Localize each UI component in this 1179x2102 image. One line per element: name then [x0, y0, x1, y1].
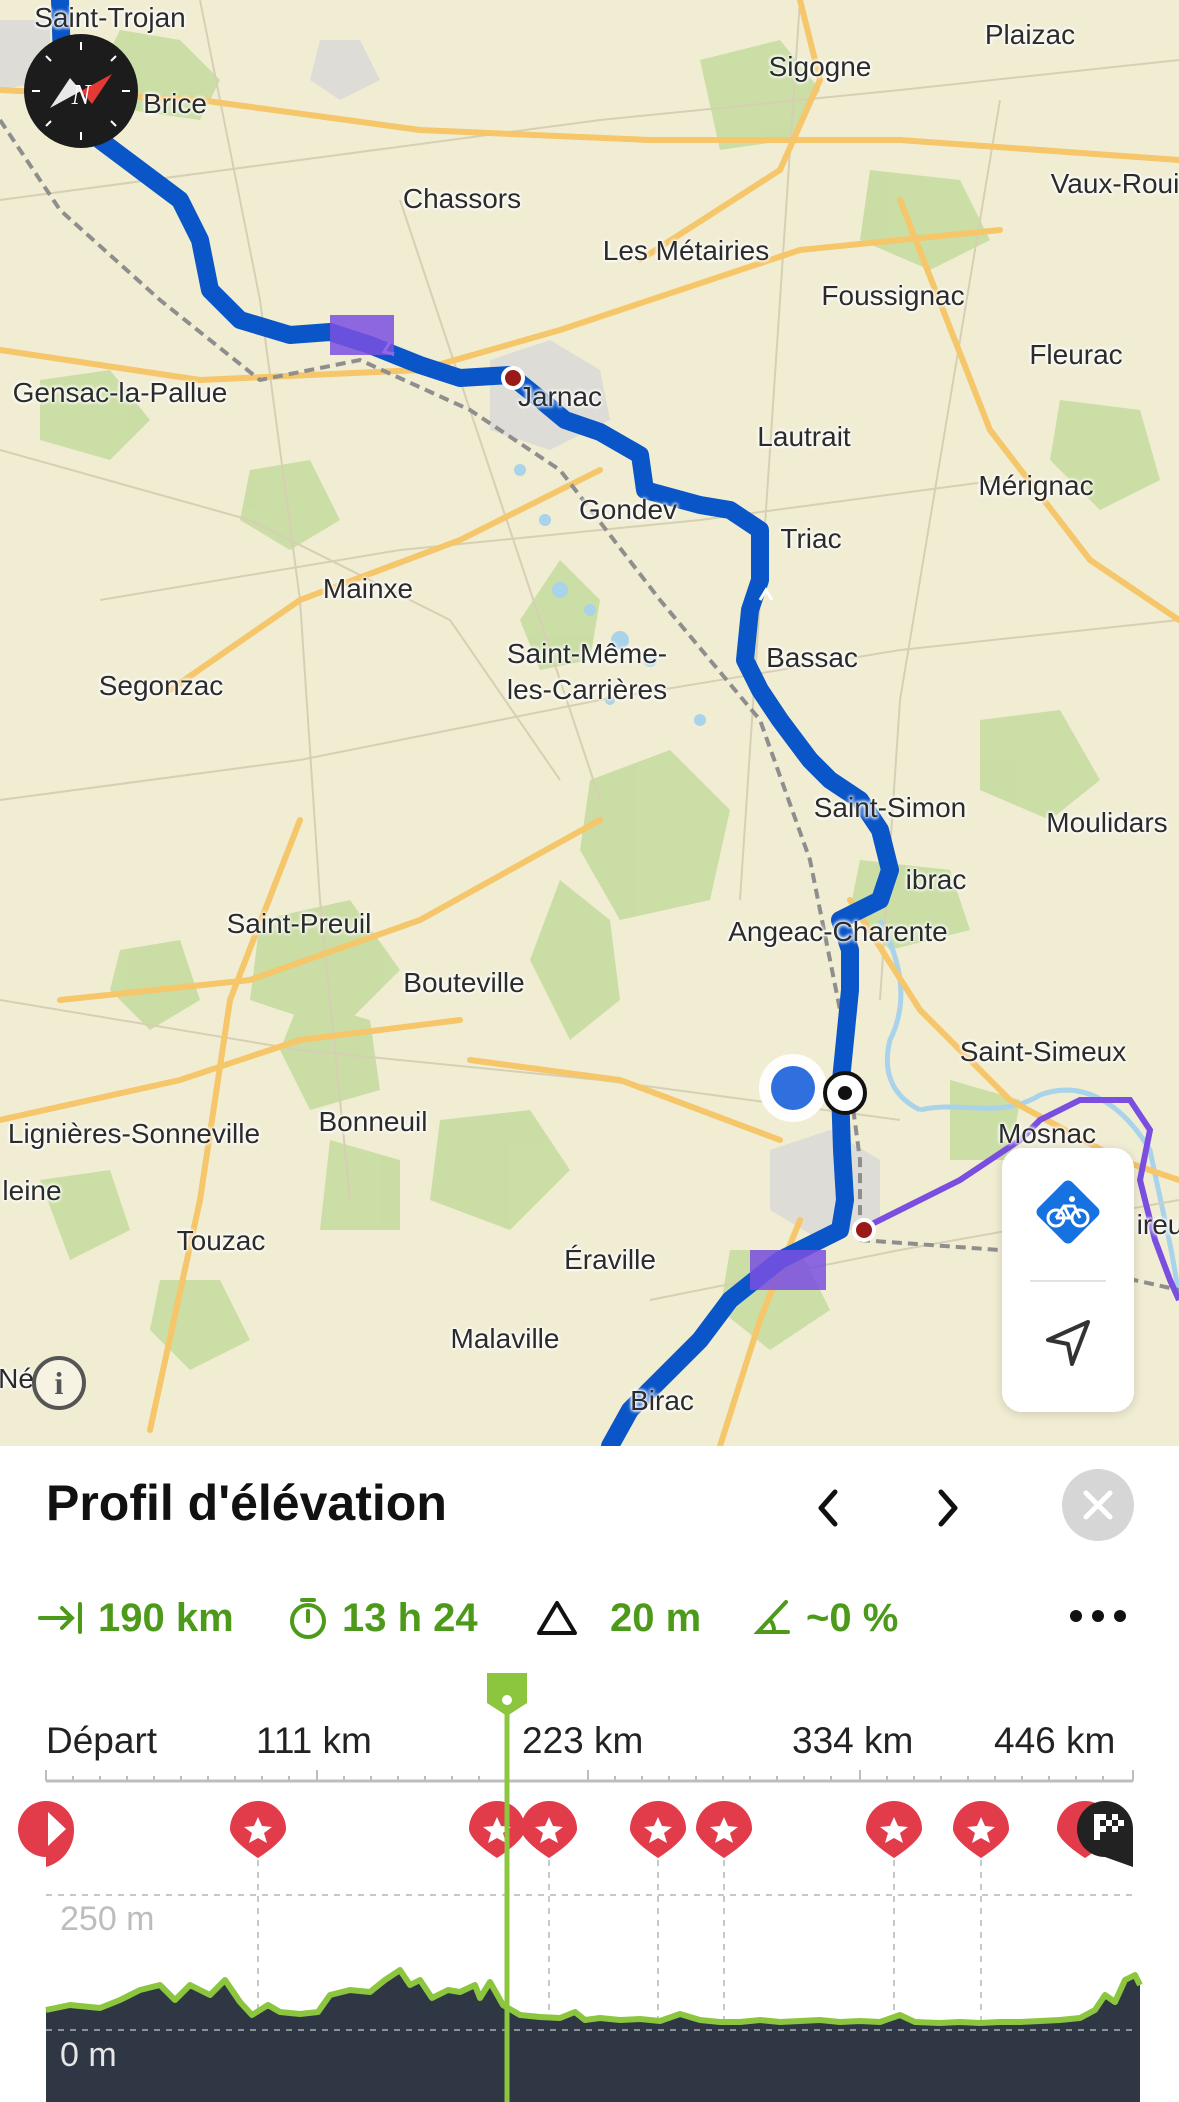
- place-label: Né: [0, 1363, 34, 1394]
- place-label: ibrac: [905, 864, 967, 895]
- navigation-arrow-icon: [1046, 1320, 1090, 1366]
- locate-me-button[interactable]: [1038, 1314, 1098, 1374]
- place-label: Bouteville: [403, 967, 525, 998]
- map-side-controls: [1002, 1148, 1134, 1412]
- compass-icon: N: [32, 42, 130, 140]
- start-marker: [18, 1801, 75, 1867]
- place-label: Les Métairies: [602, 235, 770, 266]
- place-label: Foussignac: [821, 280, 965, 311]
- place-label: Saint-Trojan: [34, 2, 186, 33]
- place-label: les-Carrières: [506, 674, 668, 705]
- place-label: Jarnac: [517, 381, 603, 412]
- place-label: Triac: [780, 523, 842, 554]
- place-label: Mérignac: [978, 470, 1094, 501]
- place-label: Malaville: [450, 1323, 560, 1354]
- place-label: Saint-Simeux: [959, 1036, 1127, 1067]
- place-label: Chassors: [402, 183, 522, 214]
- place-label: Moulidars: [1046, 807, 1168, 838]
- divider: [1030, 1280, 1106, 1282]
- place-label: Birac: [630, 1385, 694, 1416]
- place-label: Lignières-Sonneville: [7, 1118, 261, 1149]
- place-label: Segonzac: [98, 670, 224, 701]
- place-label: Touzac: [176, 1225, 266, 1256]
- elevation-profile-chart[interactable]: [0, 1440, 1179, 2102]
- place-label: ireu: [1136, 1209, 1179, 1240]
- place-label: Angeac-Charente: [728, 916, 948, 947]
- bicycle-icon: [1036, 1180, 1100, 1244]
- elevation-area: [46, 1970, 1140, 2102]
- place-label: Sigogne: [768, 51, 872, 82]
- place-label: Saint-Preuil: [226, 908, 372, 939]
- map-view[interactable]: Saint-Trojan Plaizac Brice Sigogne Chass…: [0, 0, 1179, 1446]
- place-label: Vaux-Roui: [1050, 168, 1179, 199]
- place-label: Gondev: [578, 494, 678, 525]
- place-label: Mainxe: [322, 573, 414, 604]
- elevation-max-label: 250 m: [60, 1900, 155, 1938]
- cycling-mode-button[interactable]: [1028, 1172, 1108, 1252]
- place-label: Saint-Simon: [813, 792, 967, 823]
- place-label: Fleurac: [1029, 339, 1123, 370]
- place-label: Plaizac: [984, 19, 1076, 50]
- distance-ticks: [45, 1770, 1134, 1781]
- info-button[interactable]: i: [32, 1356, 86, 1410]
- place-label: Éraville: [564, 1244, 656, 1275]
- place-label: Gensac-la-Pallue: [12, 377, 228, 408]
- place-label: Lautrait: [757, 421, 851, 452]
- compass-button[interactable]: N: [24, 34, 138, 148]
- place-label: Mosnac: [997, 1118, 1097, 1149]
- place-label: Brice: [143, 88, 207, 119]
- elevation-min-label: 0 m: [60, 2036, 117, 2074]
- compass-letter: N: [71, 80, 92, 111]
- place-label: leine: [2, 1175, 62, 1206]
- place-label: Saint-Même-: [506, 638, 668, 669]
- place-label: Bonneuil: [318, 1106, 428, 1137]
- place-label: Bassac: [766, 642, 858, 673]
- info-icon: i: [54, 1364, 64, 1401]
